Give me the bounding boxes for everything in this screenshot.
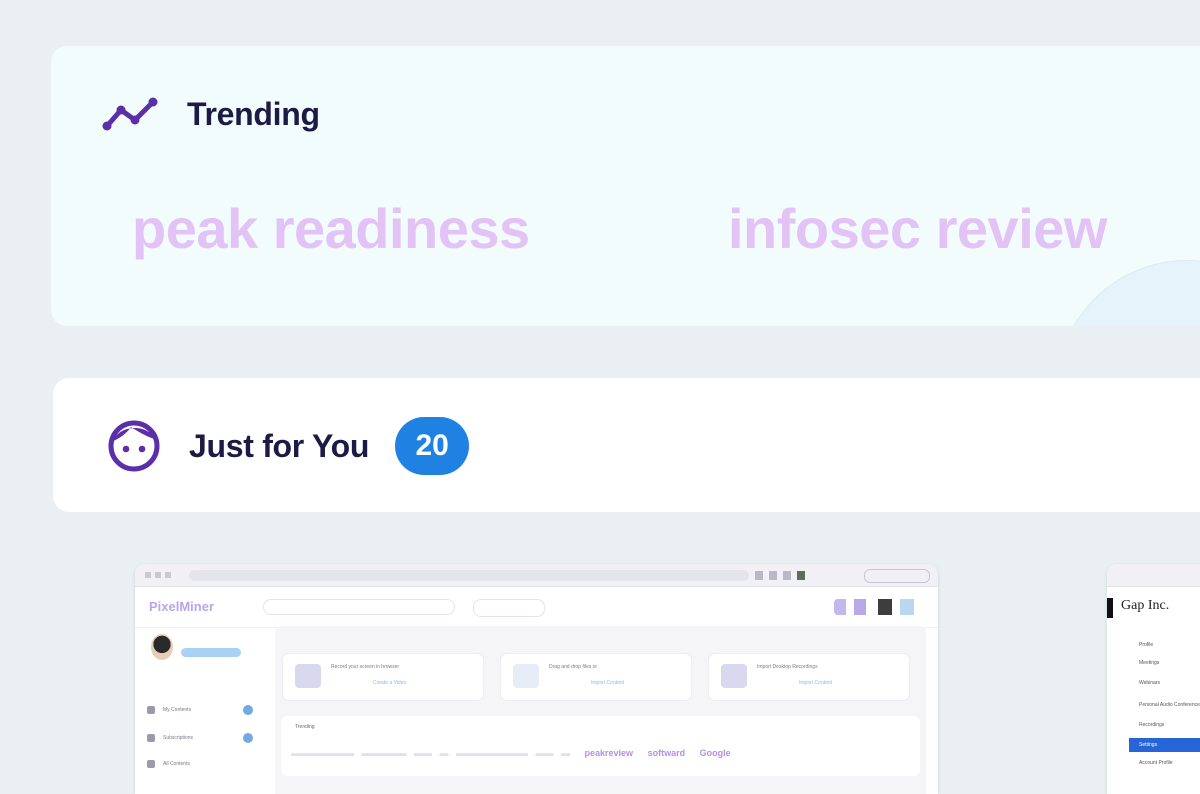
thumb2-menu-item: Profile [1139,642,1154,648]
thumb-main: Record your screen in browser Create a V… [275,626,926,794]
browser-chrome [135,564,938,587]
trending-title: Trending [187,95,320,132]
thumb2-menu-item: Personal Audio Conference [1139,702,1200,708]
trending-card: Trending [51,46,1200,326]
thumb-trending-words: ▬▬▬▬▬▬▬ ▬▬▬▬▬ ▬▬ ▬ ▬▬▬▬▬▬▬▬ ▬▬ ▬ peakrev… [291,748,731,758]
trending-term-1[interactable]: peak readiness [132,196,530,261]
trending-term-2[interactable]: infosec review [728,196,1107,261]
relaunch-pill [864,569,930,583]
thumb-nav-item: My Contents [147,704,259,716]
thumb2-edge-bar [1107,598,1113,618]
thumb2-menu-item: Recordings [1139,722,1165,728]
thumb-sidebar: My Contents Subscriptions All Contents [135,626,271,794]
content-thumbnail-2[interactable]: Gap Inc. Profile Meetings Webinars Perso… [1107,564,1200,794]
desktop-icon [721,664,747,688]
thumb-body: My Contents Subscriptions All Contents R… [135,626,938,794]
thumb-nav-item: All Contents [147,758,259,770]
decorative-circle [1056,260,1200,326]
just-for-you-card: Just for You 20 [53,378,1200,512]
window-controls-icon [145,572,181,578]
just-for-you-header: Just for You 20 [107,417,470,475]
thumb2-logo: Gap Inc. [1121,598,1170,613]
thumb-upload-card: Import Desktop Recordings Import Content [709,654,909,700]
thumb-nav-item: Subscriptions [147,732,259,744]
trend-line-icon [102,97,158,131]
thumb-pill [473,599,545,617]
thumb-user-badge [181,648,241,657]
thumb-topbar: PixelMiner [135,587,938,628]
address-bar [189,570,749,581]
thumb-avatar [151,634,173,660]
content-thumbnail-1[interactable]: PixelMiner My Contents Subscriptions All… [135,564,938,794]
just-for-you-title: Just for You [189,427,370,464]
trending-header: Trending [101,94,320,134]
thumb2-menu-item: Webinars [1139,680,1161,686]
thumb-app-logo: PixelMiner [149,599,215,614]
thumb2-menu-item: Account Profile [1139,760,1173,766]
thumb-trending-row: Trending ▬▬▬▬▬▬▬ ▬▬▬▬▬ ▬▬ ▬ ▬▬▬▬▬▬▬▬ ▬▬ … [281,716,920,776]
thumb-upload-card: Record your screen in browser Create a V… [283,654,483,700]
extension-icons [755,571,855,580]
thumb2-menu-item-active: Settings [1129,738,1200,752]
count-badge: 20 [395,417,470,475]
face-icon [108,420,160,472]
browser-chrome [1107,564,1200,587]
thumb-upload-card: Drag and drop files or Import Content [501,654,691,700]
video-icon [295,664,321,688]
thumb-search-field [263,599,455,615]
thumb-header-icons [834,599,918,615]
cloud-upload-icon [513,664,539,688]
thumb2-menu-item: Meetings [1139,660,1160,666]
